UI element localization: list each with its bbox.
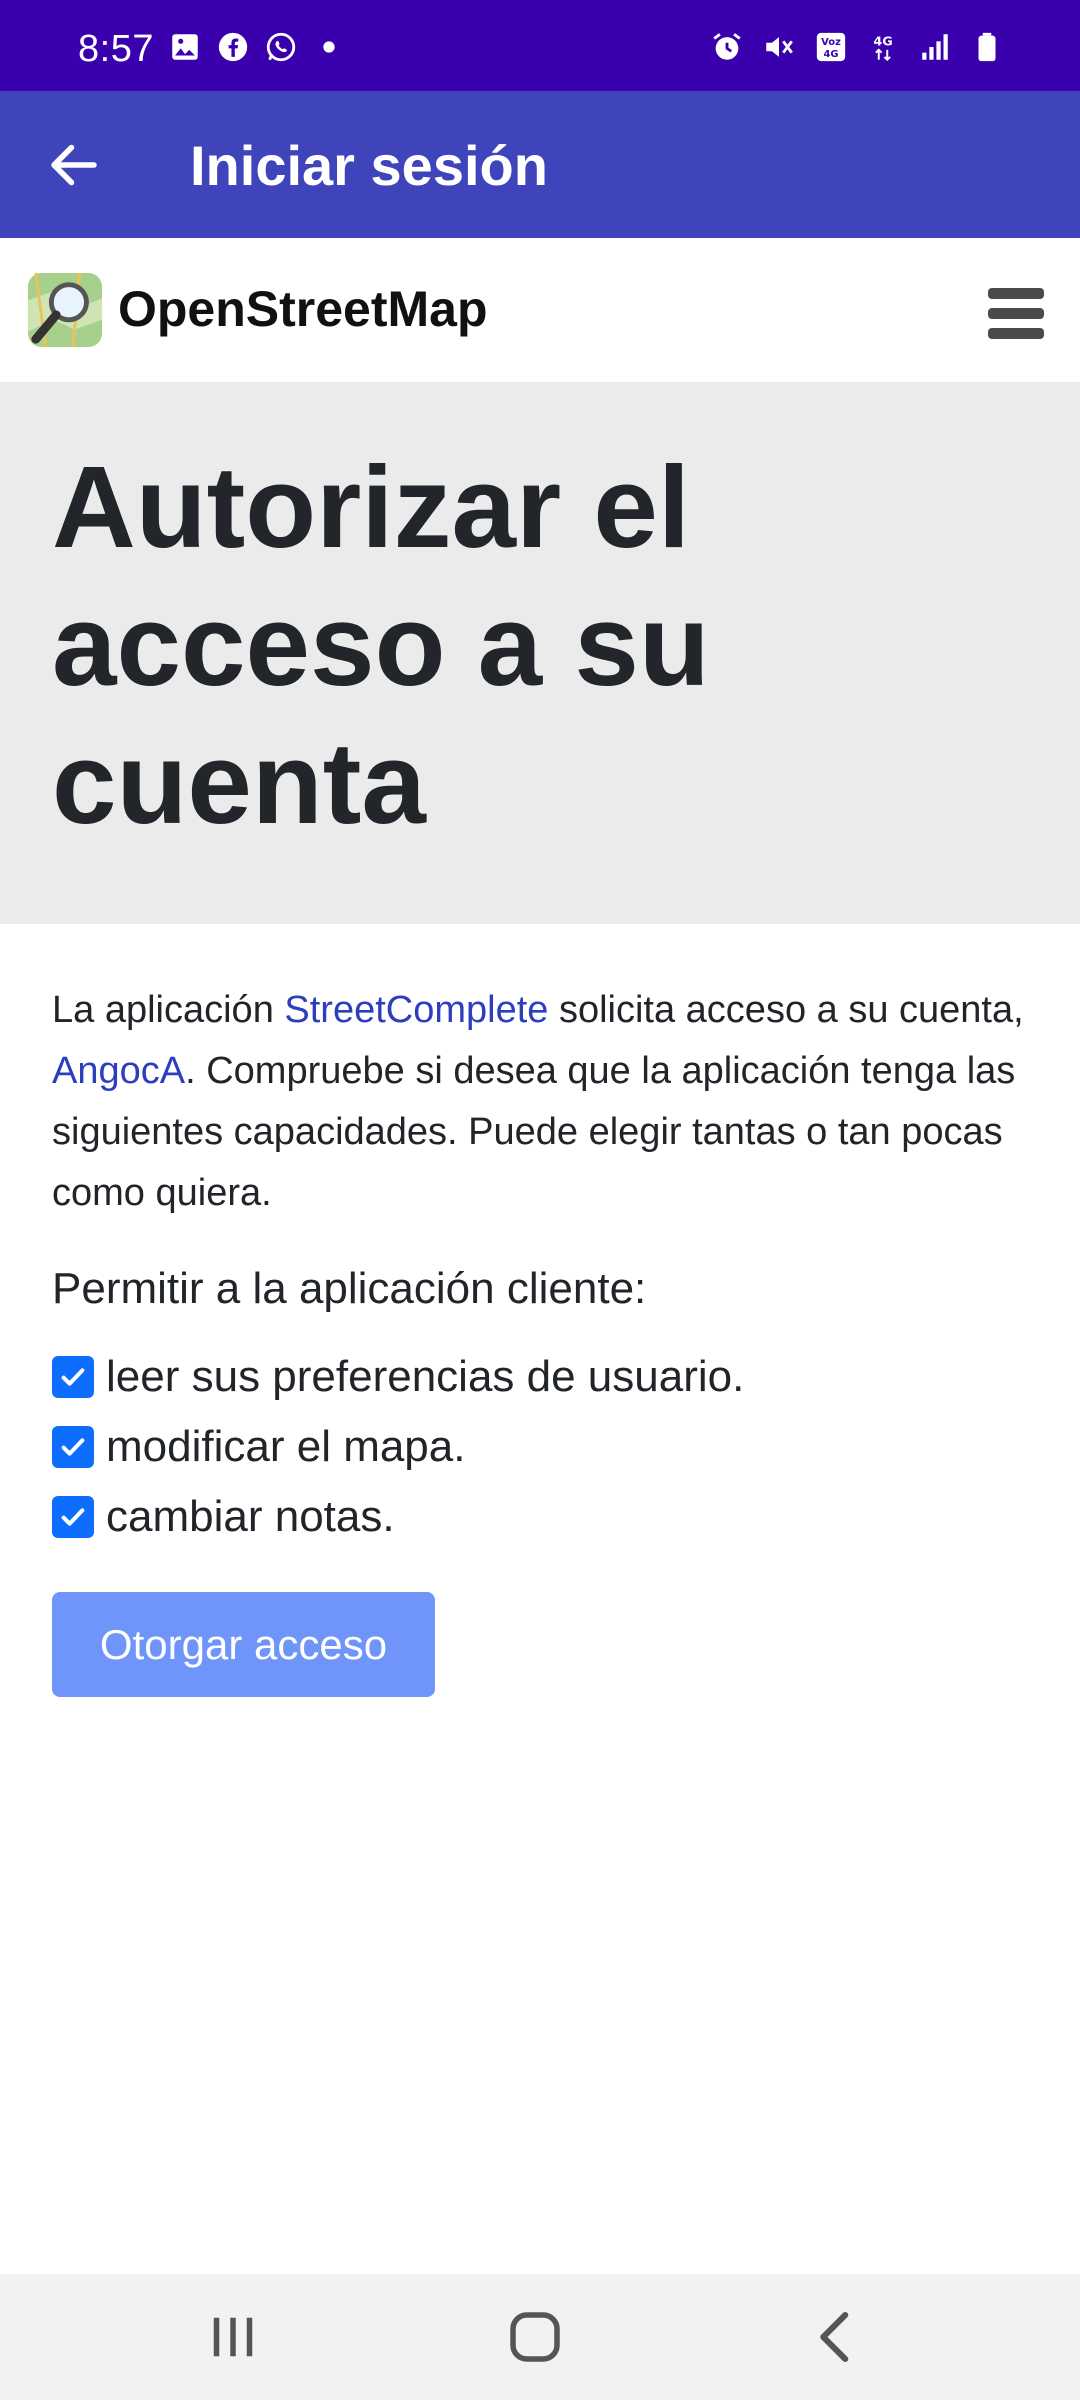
read-prefs-checkbox[interactable] <box>52 1356 94 1398</box>
site-name[interactable]: OpenStreetMap <box>118 280 488 338</box>
menu-bar <box>988 308 1044 319</box>
status-bar: 8:57 Voz 4G 4G <box>0 0 1080 91</box>
write-map-checkbox[interactable] <box>52 1426 94 1468</box>
site-header: OpenStreetMap <box>0 238 1080 382</box>
home-icon[interactable] <box>500 2304 570 2370</box>
grant-access-button[interactable]: Otorgar acceso <box>52 1592 435 1697</box>
permission-write-notes: cambiar notas. <box>52 1482 1042 1552</box>
authorize-content: La aplicación StreetComplete solicita ac… <box>52 980 1042 1697</box>
app-bar-title: Iniciar sesión <box>190 134 548 197</box>
hamburger-icon[interactable] <box>988 288 1044 339</box>
app-bar: Iniciar sesión <box>0 91 1080 238</box>
write-map-label[interactable]: modificar el mapa. <box>106 1422 465 1472</box>
intro-text-part-3: . Compruebe si desea que la aplicación t… <box>52 1050 1016 1214</box>
intro-text: La aplicación StreetComplete solicita ac… <box>52 980 1042 1224</box>
alarm-icon <box>713 33 741 60</box>
user-link[interactable]: AngocA <box>52 1050 185 1092</box>
gallery-icon <box>172 34 198 60</box>
svg-text:4G: 4G <box>873 35 892 50</box>
status-time: 8:57 <box>78 28 154 70</box>
4g-icon: 4G <box>873 35 893 62</box>
checkmark-icon <box>61 1508 85 1526</box>
osm-logo-icon[interactable] <box>26 271 104 349</box>
system-icons: Voz 4G 4G <box>710 30 1004 64</box>
notification-icons <box>168 30 346 64</box>
system-nav-bar <box>0 2274 1080 2400</box>
permissions-heading: Permitir a la aplicación cliente: <box>52 1264 647 1313</box>
battery-icon <box>978 32 996 62</box>
whatsapp-icon <box>266 32 296 62</box>
checkmark-icon <box>61 1368 85 1386</box>
signal-icon <box>922 34 948 60</box>
svg-text:4G: 4G <box>823 49 838 60</box>
page-hero: Autorizar el acceso a su cuenta <box>0 382 1080 924</box>
app-link[interactable]: StreetComplete <box>284 989 548 1031</box>
recent-apps-icon[interactable] <box>198 2304 268 2370</box>
page-title: Autorizar el acceso a su cuenta <box>52 442 710 848</box>
svg-text:Voz: Voz <box>821 37 841 48</box>
intro-text-part-1: La aplicación <box>52 989 285 1031</box>
permissions-list: leer sus preferencias de usuario. modifi… <box>52 1342 1042 1552</box>
intro-text-part-2: solicita acceso a su cuenta, <box>548 989 1024 1031</box>
dot-icon <box>323 41 335 53</box>
write-notes-checkbox[interactable] <box>52 1496 94 1538</box>
read-prefs-label[interactable]: leer sus preferencias de usuario. <box>106 1352 744 1402</box>
menu-bar <box>988 288 1044 299</box>
volte-icon: Voz4G <box>816 32 846 62</box>
write-notes-label[interactable]: cambiar notas. <box>106 1492 395 1542</box>
facebook-icon <box>218 32 248 62</box>
mute-icon <box>766 37 793 57</box>
menu-bar <box>988 328 1044 339</box>
permission-read-prefs: leer sus preferencias de usuario. <box>52 1342 1042 1412</box>
checkmark-icon <box>61 1438 85 1456</box>
back-nav-icon[interactable] <box>802 2304 872 2370</box>
arrow-back-icon[interactable] <box>44 135 104 195</box>
permission-write-map: modificar el mapa. <box>52 1412 1042 1482</box>
